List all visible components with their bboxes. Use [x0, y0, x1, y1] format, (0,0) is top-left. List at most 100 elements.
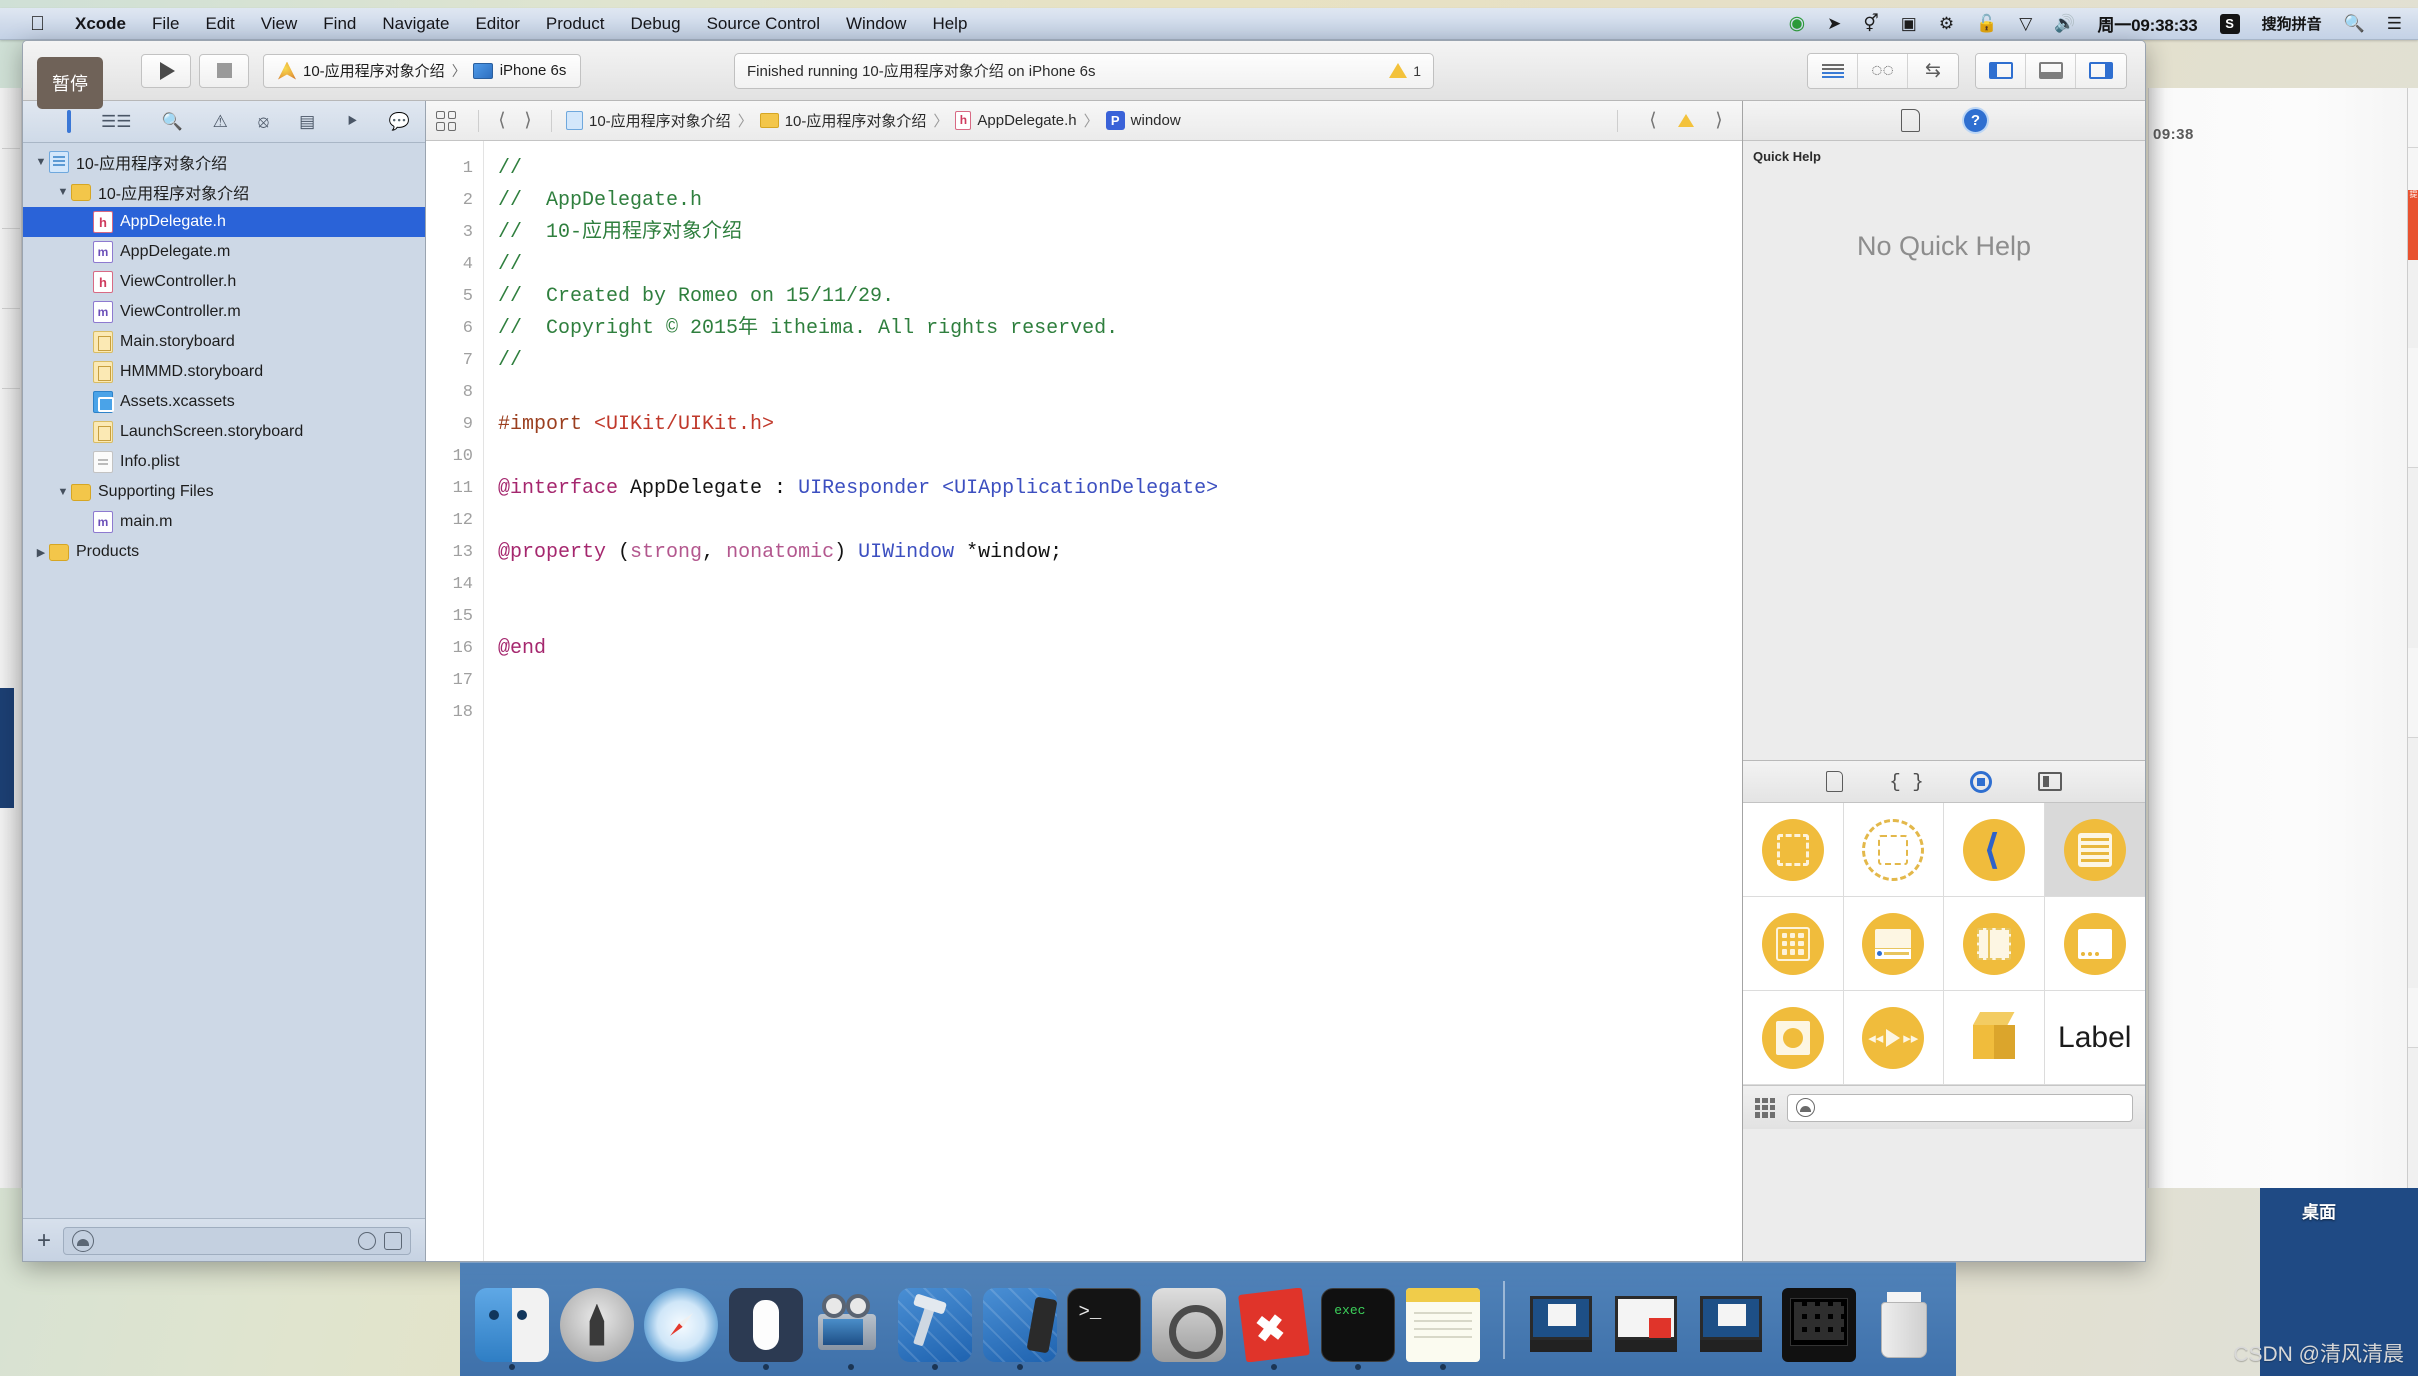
- code-line[interactable]: [498, 569, 1742, 601]
- menu-bar-clock[interactable]: 周一09:38:33: [2098, 11, 2198, 36]
- dock-item-terminal[interactable]: [1066, 1278, 1143, 1362]
- stop-button[interactable]: [199, 53, 249, 88]
- utilities-toggle-button[interactable]: [2076, 53, 2126, 88]
- code-line[interactable]: // 10-应用程序对象介绍: [498, 217, 1742, 249]
- dock-item-safari[interactable]: [643, 1278, 720, 1362]
- file-inspector-icon[interactable]: [1901, 109, 1920, 132]
- code-editor[interactable]: 1 2 3 4 5 6 7 8 9 10 11 12 13 14 15 16 17 18 //// AppDele…: [426, 141, 1742, 1261]
- menu-item-editor[interactable]: Editor: [475, 14, 519, 34]
- navigator-row[interactable]: ▼ 10-应用程序对象介绍: [23, 177, 425, 207]
- network-icon[interactable]: ⚙: [1939, 15, 1954, 32]
- menu-item-source-control[interactable]: Source Control: [707, 14, 820, 34]
- navigator-row[interactable]: ViewController.m: [23, 297, 425, 327]
- library-item-collection-view-object[interactable]: [1743, 897, 1844, 991]
- run-button[interactable]: [141, 53, 191, 88]
- navigator-row[interactable]: ViewController.h: [23, 267, 425, 297]
- library-item-glkit-view-object[interactable]: [1743, 991, 1844, 1085]
- dock-item-notes[interactable]: [1405, 1278, 1482, 1370]
- code-line[interactable]: [498, 441, 1742, 473]
- menu-item-file[interactable]: File: [152, 14, 179, 34]
- version-editor-button[interactable]: ⇆: [1908, 53, 1958, 88]
- navigator-filter-field[interactable]: [63, 1226, 411, 1255]
- ime-badge-icon[interactable]: S: [2219, 13, 2240, 34]
- dock-item-launchpad[interactable]: [559, 1278, 636, 1362]
- debug-navigator-icon[interactable]: ▤: [299, 113, 315, 130]
- search-icon[interactable]: 🔍: [2344, 15, 2365, 32]
- media-library-icon[interactable]: [2037, 772, 2062, 791]
- navigator-row[interactable]: ▼ Supporting Files: [23, 477, 425, 507]
- navigator-row[interactable]: Assets.xcassets: [23, 387, 425, 417]
- library-item-view-object[interactable]: [1743, 803, 1844, 897]
- code-line[interactable]: // Created by Romeo on 15/11/29.: [498, 281, 1742, 313]
- navigator-row[interactable]: HMMMD.storyboard: [23, 357, 425, 387]
- code-snippet-library-icon[interactable]: { }: [1889, 771, 1923, 793]
- assistant-editor-button[interactable]: ◌◌: [1858, 53, 1908, 88]
- library-item-view-container-object[interactable]: [1843, 803, 1944, 897]
- library-item-navigation-controller-object[interactable]: [1843, 897, 1944, 991]
- navigator-toggle-button[interactable]: [1976, 53, 2026, 88]
- code-line[interactable]: [498, 697, 1742, 729]
- dock-minimized-iphone-simulator[interactable]: [1781, 1278, 1858, 1362]
- code-line[interactable]: // AppDelegate.h: [498, 185, 1742, 217]
- code-line[interactable]: [498, 601, 1742, 633]
- menu-item-navigate[interactable]: Navigate: [382, 14, 449, 34]
- source-control-icon[interactable]: [384, 1231, 402, 1250]
- code-line[interactable]: @property (strong, nonatomic) UIWindow *…: [498, 537, 1742, 569]
- library-item-label-object[interactable]: Label: [2044, 991, 2145, 1085]
- menu-item-debug[interactable]: Debug: [630, 14, 680, 34]
- scheme-selector[interactable]: 10-应用程序对象介绍 〉 iPhone 6s: [263, 53, 582, 88]
- code-line[interactable]: //: [498, 153, 1742, 185]
- volume-icon[interactable]: 🔊: [2054, 15, 2075, 32]
- navigator-row[interactable]: ▼ 10-应用程序对象介绍: [23, 147, 425, 177]
- library-search-field[interactable]: [1787, 1093, 2133, 1122]
- dock-item-mouse-utility[interactable]: [728, 1278, 805, 1370]
- forward-chevron-icon[interactable]: ⟩: [515, 109, 541, 132]
- apple-menu-icon[interactable]: : [30, 14, 45, 34]
- next-issue-icon[interactable]: ⟩: [1706, 109, 1732, 132]
- standard-editor-button[interactable]: [1808, 53, 1858, 88]
- list-icon[interactable]: ☰: [2387, 15, 2402, 32]
- menu-item-find[interactable]: Find: [323, 14, 356, 34]
- activity-status-bar[interactable]: Finished running 10-应用程序对象介绍 on iPhone 6…: [734, 52, 1434, 89]
- dock-item-exec-terminal[interactable]: [1320, 1278, 1397, 1370]
- report-navigator-icon[interactable]: 💬: [389, 113, 410, 130]
- navigator-row[interactable]: AppDelegate.m: [23, 237, 425, 267]
- menu-item-window[interactable]: Window: [846, 14, 906, 34]
- location-icon[interactable]: ➤: [1827, 15, 1841, 32]
- code-line[interactable]: //: [498, 345, 1742, 377]
- code-line[interactable]: @interface AppDelegate : UIResponder <UI…: [498, 473, 1742, 505]
- dock-item-xcode[interactable]: [897, 1278, 974, 1370]
- library-item-avplayer-view-object[interactable]: ◂◂ ▸▸: [1843, 991, 1944, 1085]
- screen-recording-icon[interactable]: ▣: [1901, 15, 1917, 32]
- menu-item-view[interactable]: View: [261, 14, 298, 34]
- clock-icon[interactable]: [358, 1231, 376, 1250]
- menu-item-help[interactable]: Help: [932, 14, 967, 34]
- dock-item-trash[interactable]: [1865, 1278, 1942, 1362]
- breakpoint-navigator-icon[interactable]: ⯈: [345, 113, 359, 130]
- bluetooth-icon[interactable]: ⚥: [1863, 15, 1878, 32]
- status-warning-group[interactable]: 1: [1389, 63, 1421, 79]
- breadcrumb-file[interactable]: h AppDelegate.h: [951, 111, 1080, 130]
- plus-icon[interactable]: +: [37, 1228, 51, 1253]
- navigator-row[interactable]: main.m: [23, 507, 425, 537]
- grid-view-icon[interactable]: [1755, 1097, 1775, 1118]
- code-line[interactable]: [498, 665, 1742, 697]
- object-library-grid[interactable]: ⟨ ◂◂ ▸▸ Label: [1743, 803, 2145, 1085]
- symbol-navigator-icon[interactable]: ☰☰: [101, 113, 131, 130]
- code-line[interactable]: // Copyright © 2015年 itheima. All rights…: [498, 313, 1742, 345]
- warning-icon[interactable]: [1678, 114, 1694, 127]
- code-line[interactable]: [498, 505, 1742, 537]
- quick-help-inspector-icon[interactable]: ?: [1964, 109, 1987, 132]
- library-item-table-view-object[interactable]: [2044, 803, 2145, 897]
- code-line[interactable]: @end: [498, 633, 1742, 665]
- dock-item-xcode-simulator[interactable]: [982, 1278, 1059, 1370]
- find-navigator-icon[interactable]: 🔍: [161, 113, 182, 130]
- test-navigator-icon[interactable]: ⦻: [258, 113, 269, 130]
- dock-item-quicktime-player[interactable]: [812, 1278, 889, 1370]
- disclosure-triangle-icon[interactable]: ▼: [33, 156, 49, 168]
- project-navigator-icon[interactable]: [67, 110, 71, 133]
- disclosure-triangle-icon[interactable]: ▼: [55, 486, 71, 498]
- breadcrumb-folder[interactable]: 10-应用程序对象介绍: [756, 110, 931, 131]
- project-navigator-tree[interactable]: ▼ 10-应用程序对象介绍 ▼ 10-应用程序对象介绍 AppDelegate.h App…: [23, 143, 425, 1218]
- issue-navigator-icon[interactable]: ⚠: [213, 113, 228, 130]
